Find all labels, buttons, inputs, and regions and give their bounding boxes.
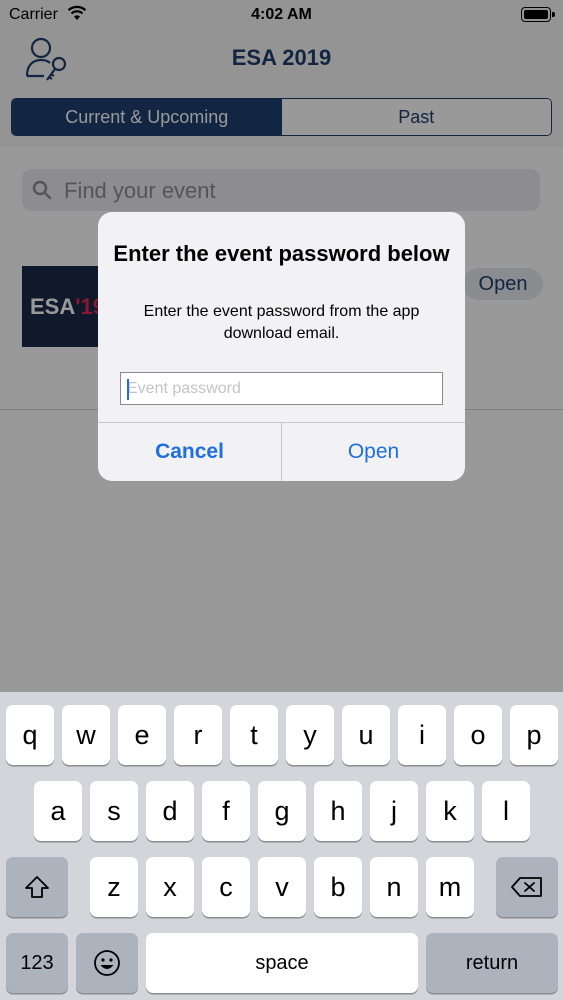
alert-message: Enter the event password from the app do… xyxy=(143,303,420,342)
key-l[interactable]: l xyxy=(482,781,530,841)
key-t[interactable]: t xyxy=(230,705,278,765)
key-c[interactable]: c xyxy=(202,857,250,917)
key-a[interactable]: a xyxy=(34,781,82,841)
alert-button-bar: Cancel Open xyxy=(98,422,465,481)
event-password-field[interactable] xyxy=(120,372,443,405)
key-s[interactable]: s xyxy=(90,781,138,841)
key-k[interactable]: k xyxy=(426,781,474,841)
key-m[interactable]: m xyxy=(426,857,474,917)
key-p[interactable]: p xyxy=(510,705,558,765)
key-o[interactable]: o xyxy=(454,705,502,765)
key-q[interactable]: q xyxy=(6,705,54,765)
key-f[interactable]: f xyxy=(202,781,250,841)
return-key[interactable]: return xyxy=(426,933,558,993)
key-y[interactable]: y xyxy=(286,705,334,765)
key-j[interactable]: j xyxy=(370,781,418,841)
key-b[interactable]: b xyxy=(314,857,362,917)
password-alert-dialog: Enter the event password below Enter the… xyxy=(98,212,465,481)
alert-title: Enter the event password below xyxy=(113,241,450,266)
delete-icon xyxy=(511,877,542,897)
key-e[interactable]: e xyxy=(118,705,166,765)
key-v[interactable]: v xyxy=(258,857,306,917)
key-z[interactable]: z xyxy=(90,857,138,917)
open-button[interactable]: Open xyxy=(282,423,465,481)
key-r[interactable]: r xyxy=(174,705,222,765)
key-g[interactable]: g xyxy=(258,781,306,841)
delete-key[interactable] xyxy=(496,857,558,917)
space-key[interactable]: space xyxy=(146,933,418,993)
emoji-key[interactable] xyxy=(76,933,138,993)
shift-key[interactable] xyxy=(6,857,68,917)
shift-icon xyxy=(25,876,49,898)
keyboard: q w e r t y u i o p a s d f g h j k l z … xyxy=(0,692,563,1000)
key-x[interactable]: x xyxy=(146,857,194,917)
text-cursor xyxy=(127,379,129,400)
key-u[interactable]: u xyxy=(342,705,390,765)
key-d[interactable]: d xyxy=(146,781,194,841)
key-i[interactable]: i xyxy=(398,705,446,765)
key-n[interactable]: n xyxy=(370,857,418,917)
emoji-icon xyxy=(94,950,120,976)
cancel-button[interactable]: Cancel xyxy=(98,423,281,481)
key-w[interactable]: w xyxy=(62,705,110,765)
event-password-input[interactable] xyxy=(127,377,437,401)
key-h[interactable]: h xyxy=(314,781,362,841)
numbers-key[interactable]: 123 xyxy=(6,933,68,993)
